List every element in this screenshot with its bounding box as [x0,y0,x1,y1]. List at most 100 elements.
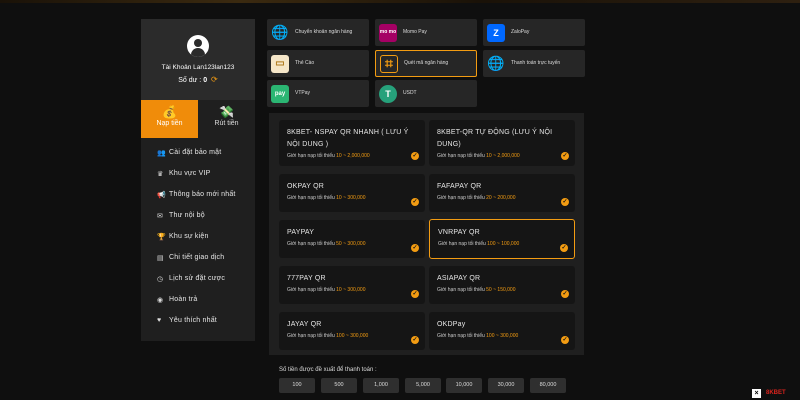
tab-deposit[interactable]: 💰 Nạp tiền [141,100,198,138]
account-name: Tài Khoản Lan123lan123 [161,64,235,71]
channel-limit: Giới hạn nạp tối thiểu 50 ~ 150,000 [437,287,567,293]
channel-card[interactable]: FAFAPAY QR Giới hạn nạp tối thiểu 20 ~ 2… [429,174,575,212]
channel-limit: Giới hạn nạp tối thiểu 10 ~ 300,000 [287,287,417,293]
amount-button[interactable]: 1,000 [363,378,399,393]
method-label: Thẻ Cào [295,60,315,67]
limit-label: Giới hạn nạp tối thiểu [437,287,485,293]
amount-button[interactable]: 500 [321,378,357,393]
channel-name: FAFAPAY QR [437,183,482,190]
channel-card[interactable]: ASIAPAY QR Giới hạn nạp tối thiểu 50 ~ 1… [429,266,575,304]
globe-icon: 🌐 [271,24,289,40]
tab-withdraw-label: Rút tiền [214,120,239,127]
channel-card[interactable]: OKPAY QR Giới hạn nạp tối thiểu 10 ~ 300… [279,174,425,212]
menu-item-inbox[interactable]: ✉ Thư nội bộ [141,205,255,226]
amount-button[interactable]: 5,000 [405,378,441,393]
channel-name: 8KBET-QR TỰ ĐỘNG (LƯU Ý NỘI DUNG) [437,129,553,148]
menu-item-refund[interactable]: ◉ Hoàn trả [141,289,255,310]
channel-limit: Giới hạn nạp tối thiểu 100 ~ 300,000 [437,333,567,339]
limit-range: 10 ~ 2,000,000 [486,153,520,159]
menu-item-label: Hoàn trả [169,296,198,303]
history-icon: ◷ [157,275,164,283]
channel-limit: Giới hạn nạp tối thiểu 100 ~ 300,000 [287,333,417,339]
method-zalopay[interactable]: Z ZaloPay [483,19,585,46]
amount-button[interactable]: 80,000 [530,378,566,393]
mail-icon: ✉ [157,212,164,220]
channel-card-selected[interactable]: VNRPAY QR Giới hạn nạp tối thiểu 100 ~ 1… [429,219,575,259]
megaphone-icon: 📢 [157,191,166,199]
crown-icon: ♛ [157,170,164,178]
menu-item-vip[interactable]: ♛ Khu vực VIP [141,163,255,184]
method-usdt[interactable]: T USDT [375,80,477,107]
method-momo[interactable]: mo mo Momo Pay [375,19,477,46]
zalopay-icon: Z [487,23,505,42]
limit-range: 100 ~ 300,000 [486,333,519,339]
avatar-icon [187,35,209,57]
user-security-icon: 👥 [157,149,166,157]
menu-item-events[interactable]: 🏆 Khu sự kiện [141,226,255,247]
channel-limit: Giới hạn nạp tối thiểu 10 ~ 300,000 [287,195,417,201]
menu-item-label: Khu sự kiện [169,233,209,240]
top-banner-strip [0,0,800,3]
globe-icon: 🌐 [487,55,505,71]
menu-item-label: Thông báo mới nhất [169,191,236,198]
check-icon: ✓ [411,336,419,344]
channel-name: PAYPAY [287,229,315,236]
limit-range: 10 ~ 300,000 [336,287,366,293]
usdt-icon: T [379,84,397,103]
method-vtpay[interactable]: pay VTPay [267,80,369,107]
momo-icon: mo mo [379,23,397,42]
limit-label: Giới hạn nạp tối thiểu [287,241,335,247]
limit-range: 100 ~ 100,000 [487,241,520,247]
menu-item-notifications[interactable]: 📢 Thông báo mới nhất [141,184,255,205]
balance-label: Số dư : [178,77,202,84]
menu-item-label: Thư nội bộ [169,212,205,219]
channel-card[interactable]: 777PAY QR Giới hạn nạp tối thiểu 10 ~ 30… [279,266,425,304]
method-label: VTPay [295,90,311,97]
limit-label: Giới hạn nạp tối thiểu [437,333,485,339]
method-bank-qr[interactable]: ⌗ Quét mã ngân hàng [375,50,477,77]
limit-label: Giới hạn nạp tối thiểu [287,153,335,159]
vtpay-icon: pay [271,84,289,103]
limit-range: 50 ~ 300,000 [336,241,366,247]
method-scratch-card[interactable]: ▭ Thẻ Cào [267,50,369,77]
profile-card: Tài Khoản Lan123lan123 Số dư : 0 ⟳ [141,19,255,100]
scratch-card-icon: ▭ [271,54,289,73]
channel-card[interactable]: PAYPAY Giới hạn nạp tối thiểu 50 ~ 300,0… [279,220,425,258]
qr-scan-icon: ⌗ [380,54,398,73]
tab-withdraw[interactable]: 💸 Rút tiền [198,100,255,138]
method-online-payment[interactable]: 🌐 Thanh toán trực tuyến [483,50,585,77]
check-icon: ✓ [560,244,568,252]
amount-button[interactable]: 10,000 [446,378,482,393]
method-label: Thanh toán trực tuyến [511,60,561,67]
channel-card[interactable]: 8KBET- NSPAY QR NHANH ( LƯU Ý NỘI DUNG )… [279,120,425,166]
channel-name: OKDPay [437,321,466,328]
receipt-icon: ▤ [157,254,164,262]
channel-name: JAYAY QR [287,321,322,328]
suggested-amount-title: Số tiền được đề xuất để thanh toán : [279,367,377,373]
channel-name: 8KBET- NSPAY QR NHANH ( LƯU Ý NỘI DUNG ) [287,129,409,148]
balance-row: Số dư : 0 ⟳ [141,75,255,84]
refund-icon: ◉ [157,296,164,304]
sidebar-menu: 👥 Cài đặt bảo mật ♛ Khu vực VIP 📢 Thông báo… [141,138,255,331]
limit-range: 10 ~ 300,000 [336,195,366,201]
check-icon: ✓ [561,290,569,298]
method-label: Quét mã ngân hàng [404,60,449,67]
menu-item-favorites[interactable]: ♥ Yêu thích nhất [141,310,255,331]
close-icon[interactable]: × [752,389,761,398]
amount-button[interactable]: 30,000 [488,378,524,393]
menu-item-transactions[interactable]: ▤ Chi tiết giao dịch [141,247,255,268]
amount-button[interactable]: 100 [279,378,315,393]
heart-icon: ♥ [157,317,162,324]
channel-card[interactable]: 8KBET-QR TỰ ĐỘNG (LƯU Ý NỘI DUNG) Giới h… [429,120,575,166]
method-bank-transfer[interactable]: 🌐 Chuyển khoản ngân hàng [267,19,369,46]
menu-item-security[interactable]: 👥 Cài đặt bảo mật [141,142,255,163]
check-icon: ✓ [561,152,569,160]
account-sidebar: Tài Khoản Lan123lan123 Số dư : 0 ⟳ 💰 Nạp… [141,19,255,341]
menu-item-bet-history[interactable]: ◷ Lịch sử đặt cược [141,268,255,289]
method-label: ZaloPay [511,29,530,36]
limit-range: 20 ~ 200,000 [486,195,516,201]
channel-card[interactable]: JAYAY QR Giới hạn nạp tối thiểu 100 ~ 30… [279,312,425,350]
menu-item-label: Cài đặt bảo mật [169,149,222,156]
refresh-icon[interactable]: ⟳ [211,75,218,84]
channel-card[interactable]: OKDPay Giới hạn nạp tối thiểu 100 ~ 300,… [429,312,575,350]
